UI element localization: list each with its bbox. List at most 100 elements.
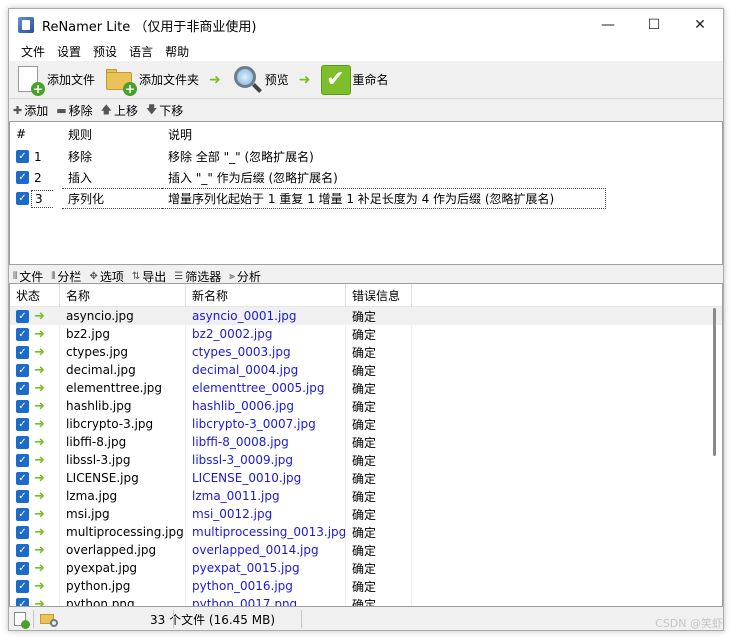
checkbox-icon[interactable]: ✓ xyxy=(16,363,29,377)
rule-name: 插入 xyxy=(68,171,93,185)
checkbox-icon[interactable]: ✓ xyxy=(16,150,29,163)
rule-row-selected[interactable]: ✓ 3 序列化 增量序列化起始于 1 重复 1 增量 1 补足长度为 4 作为后缀… xyxy=(10,188,722,209)
checkbox-icon[interactable]: ✓ xyxy=(16,192,29,205)
filter-tab-label: 筛选器 xyxy=(185,269,222,284)
table-row[interactable]: ✓ ➜ python.png python_0017.png 确定 xyxy=(10,595,722,606)
remove-rule-button[interactable]: ▬ 移除 xyxy=(56,102,92,119)
menu-settings[interactable]: 设置 xyxy=(51,43,87,60)
rules-col-rule[interactable]: 规则 xyxy=(62,126,162,143)
move-down-label: 下移 xyxy=(159,103,184,118)
checkbox-icon[interactable]: ✓ xyxy=(16,561,29,575)
arrow-right-icon: ➜ xyxy=(34,470,45,486)
state-cell: ✓ ➜ xyxy=(10,397,60,415)
arrow-right-icon: ➜ xyxy=(34,434,45,450)
checkbox-icon[interactable]: ✓ xyxy=(16,327,29,341)
files-tab[interactable]: ⫴ 文件 xyxy=(13,268,43,285)
file-name: pyexpat.jpg xyxy=(60,559,186,577)
file-error: 确定 xyxy=(346,505,412,523)
checkbox-icon[interactable]: ✓ xyxy=(16,399,29,413)
file-name: python.png xyxy=(60,595,186,606)
table-row[interactable]: ✓ ➜ bz2.jpg bz2_0002.jpg 确定 xyxy=(10,325,722,343)
table-row[interactable]: ✓ ➜ ctypes.jpg ctypes_0003.jpg 确定 xyxy=(10,343,722,361)
add-folder-button[interactable]: + 添加文件夹 xyxy=(103,63,201,97)
files-col-error[interactable]: 错误信息 xyxy=(346,284,412,307)
files-tab-label: 文件 xyxy=(19,269,44,284)
remove-rule-label: 移除 xyxy=(68,103,93,118)
checkbox-icon[interactable]: ✓ xyxy=(16,507,29,521)
checkbox-icon[interactable]: ✓ xyxy=(16,309,29,323)
table-row[interactable]: ✓ ➜ lzma.jpg lzma_0011.jpg 确定 xyxy=(10,487,722,505)
analyze-icon: ⫸ xyxy=(229,270,235,282)
file-error: 确定 xyxy=(346,487,412,505)
analyze-tab[interactable]: ⫸ 分析 xyxy=(229,268,261,285)
file-error: 确定 xyxy=(346,577,412,595)
files-col-new-name[interactable]: 新名称 xyxy=(186,284,346,307)
table-row[interactable]: ✓ ➜ multiprocessing.jpg multiprocessing_001… xyxy=(10,523,722,541)
move-down-button[interactable]: 🡇 下移 xyxy=(146,101,183,120)
table-row[interactable]: ✓ ➜ pyexpat.jpg pyexpat_0015.jpg 确定 xyxy=(10,559,722,577)
table-row[interactable]: ✓ ➜ LICENSE.jpg LICENSE_0010.jpg 确定 xyxy=(10,469,722,487)
maximize-button[interactable]: ☐ xyxy=(631,9,677,41)
checkbox-icon[interactable]: ✓ xyxy=(16,489,29,503)
checkbox-icon[interactable]: ✓ xyxy=(16,579,29,593)
table-row[interactable]: ✓ ➜ libcrypto-3.jpg libcrypto-3_0007.jpg 确定 xyxy=(10,415,722,433)
file-name: asyncio.jpg xyxy=(60,307,186,325)
table-row[interactable]: ✓ ➜ elementtree.jpg elementtree_0005.jpg 确定 xyxy=(10,379,722,397)
columns-tab[interactable]: ⫴ 分栏 xyxy=(51,268,81,285)
table-row[interactable]: ✓ ➜ overlapped.jpg overlapped_0014.jpg 确定 xyxy=(10,541,722,559)
table-row[interactable]: ✓ ➜ libssl-3.jpg libssl-3_0009.jpg 确定 xyxy=(10,451,722,469)
title-bar: ReNamer Lite （仅用于非商业使用) — ☐ ✕ xyxy=(9,9,723,41)
menu-presets[interactable]: 预设 xyxy=(87,43,123,60)
minimize-button[interactable]: — xyxy=(585,9,631,41)
vertical-scrollbar[interactable] xyxy=(712,308,718,598)
add-file-small-icon[interactable] xyxy=(9,608,31,630)
menu-file[interactable]: 文件 xyxy=(15,43,51,60)
rules-col-num[interactable]: # xyxy=(10,127,62,141)
rename-button[interactable]: ✔ 重命名 xyxy=(319,63,391,97)
menu-bar: 文件 设置 预设 语言 帮助 xyxy=(9,41,723,61)
file-new-name: pyexpat_0015.jpg xyxy=(186,559,346,577)
add-rule-button[interactable]: ✚ 添加 xyxy=(13,102,48,119)
state-cell: ✓ ➜ xyxy=(10,433,60,451)
checkbox-icon[interactable]: ✓ xyxy=(16,171,29,184)
file-new-name: bz2_0002.jpg xyxy=(186,325,346,343)
files-col-state[interactable]: 状态 xyxy=(10,284,60,307)
files-col-name[interactable]: 名称 xyxy=(60,284,186,307)
menu-language[interactable]: 语言 xyxy=(123,43,159,60)
state-cell: ✓ ➜ xyxy=(10,541,60,559)
table-row[interactable]: ✓ ➜ asyncio.jpg asyncio_0001.jpg 确定 xyxy=(10,307,722,325)
checkbox-icon[interactable]: ✓ xyxy=(16,417,29,431)
preview-button[interactable]: 预览 xyxy=(229,63,291,97)
checkbox-icon[interactable]: ✓ xyxy=(16,435,29,449)
rule-row[interactable]: ✓ 2 插入 插入 "_" 作为后缀 (忽略扩展名) xyxy=(10,167,722,188)
table-row[interactable]: ✓ ➜ libffi-8.jpg libffi-8_0008.jpg 确定 xyxy=(10,433,722,451)
checkbox-icon[interactable]: ✓ xyxy=(16,453,29,467)
file-name: libcrypto-3.jpg xyxy=(60,415,186,433)
add-files-button[interactable]: + 添加文件 xyxy=(13,63,97,97)
table-row[interactable]: ✓ ➜ msi.jpg msi_0012.jpg 确定 xyxy=(10,505,722,523)
state-cell: ✓ ➜ xyxy=(10,577,60,595)
export-tab[interactable]: ⇅ 导出 xyxy=(132,268,166,285)
table-row[interactable]: ✓ ➜ hashlib.jpg hashlib_0006.jpg 确定 xyxy=(10,397,722,415)
filter-tab[interactable]: ☰ 筛选器 xyxy=(174,268,221,285)
checkbox-icon[interactable]: ✓ xyxy=(16,525,29,539)
checkbox-icon[interactable]: ✓ xyxy=(16,543,29,557)
checkbox-icon[interactable]: ✓ xyxy=(16,597,29,606)
checkbox-icon[interactable]: ✓ xyxy=(16,381,29,395)
options-tab[interactable]: ✥ 选项 xyxy=(89,268,123,285)
file-new-name: libcrypto-3_0007.jpg xyxy=(186,415,346,433)
file-new-name: asyncio_0001.jpg xyxy=(186,307,346,325)
scroll-thumb[interactable] xyxy=(713,308,716,456)
folder-search-icon[interactable] xyxy=(36,608,58,630)
checkbox-icon[interactable]: ✓ xyxy=(16,471,29,485)
rule-row[interactable]: ✓ 1 移除 移除 全部 "_" (忽略扩展名) xyxy=(10,146,722,167)
table-row[interactable]: ✓ ➜ decimal.jpg decimal_0004.jpg 确定 xyxy=(10,361,722,379)
checkbox-icon[interactable]: ✓ xyxy=(16,345,29,359)
state-cell: ✓ ➜ xyxy=(10,361,60,379)
close-button[interactable]: ✕ xyxy=(677,9,723,41)
move-up-button[interactable]: 🡅 上移 xyxy=(101,101,138,120)
menu-help[interactable]: 帮助 xyxy=(159,43,195,60)
file-new-name: overlapped_0014.jpg xyxy=(186,541,346,559)
rules-col-desc[interactable]: 说明 xyxy=(162,126,722,143)
table-row[interactable]: ✓ ➜ python.jpg python_0016.jpg 确定 xyxy=(10,577,722,595)
